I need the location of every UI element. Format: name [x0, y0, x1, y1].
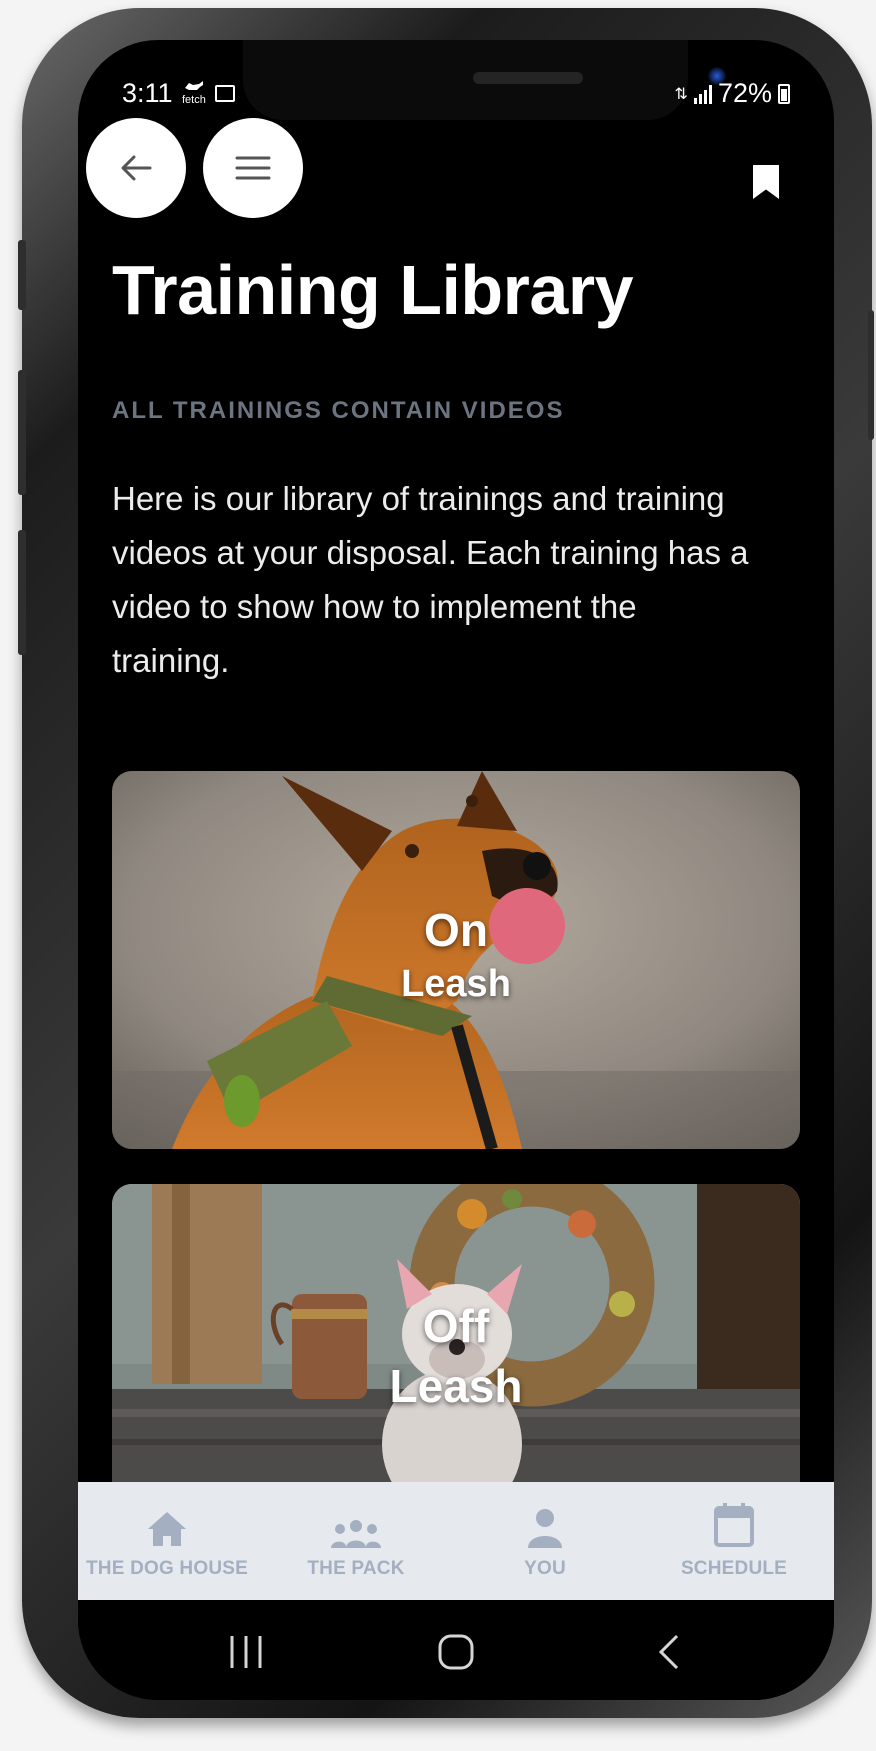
volume-up-button [18, 240, 26, 310]
nav-schedule[interactable]: SCHEDULE [639, 1482, 829, 1600]
training-title-line1: Off [422, 1300, 490, 1352]
training-title-line2: Leash [401, 963, 511, 1005]
nav-label: SCHEDULE [680, 1558, 788, 1579]
back-nav-icon[interactable] [658, 1634, 680, 1670]
home-button-icon[interactable] [438, 1634, 474, 1670]
dog-icon [184, 81, 203, 90]
nav-label: THE DOG HOUSE [85, 1558, 248, 1579]
training-card-on-leash[interactable]: On Leash [112, 771, 800, 1149]
status-indicators: ⇅ 72% [675, 78, 790, 109]
fetch-notification-icon: fetch [182, 80, 206, 106]
app-screen: 3:11 fetch ⇅ 72% Training Library ALL TR… [78, 40, 834, 1700]
calendar-icon [714, 1503, 754, 1547]
data-transfer-icon: ⇅ [674, 85, 688, 103]
nav-the-pack[interactable]: THE PACK [261, 1482, 451, 1600]
page-title: Training Library [112, 251, 634, 329]
user-icon [528, 1509, 562, 1548]
group-icon [331, 1520, 381, 1548]
volume-down-button [18, 370, 26, 495]
fetch-notification-label: fetch [182, 94, 206, 106]
gallery-notification-icon [215, 85, 235, 102]
nav-label: THE PACK [307, 1558, 405, 1579]
battery-percent: 72% [717, 78, 772, 108]
power-button [868, 310, 874, 440]
page-subtitle: ALL TRAININGS CONTAIN VIDEOS [112, 397, 565, 424]
bixby-button [18, 530, 26, 655]
training-card-off-leash[interactable]: Off Leash [112, 1184, 800, 1504]
back-button[interactable] [86, 118, 186, 218]
recent-apps-icon[interactable] [226, 1634, 266, 1670]
training-title-line1: On [424, 904, 488, 956]
intro-text: Here is our library of trainings and tra… [112, 480, 749, 679]
training-title-line2: Leash [389, 1360, 523, 1412]
nav-you[interactable]: YOU [450, 1482, 640, 1600]
home-icon [148, 1512, 186, 1546]
system-navigation-bar [78, 1600, 834, 1700]
signal-icon [693, 84, 712, 104]
dog-photo-on-leash [112, 771, 800, 1149]
earpiece-speaker [473, 72, 583, 84]
bottom-navigation: THE DOG HOUSE THE PACK YOU SCHEDULE [78, 1482, 834, 1600]
nav-label: YOU [524, 1558, 566, 1579]
arrow-left-icon [121, 155, 152, 181]
bookmark-icon[interactable] [753, 165, 779, 199]
battery-icon [778, 83, 790, 104]
hamburger-menu-icon [235, 156, 271, 180]
camera-notch [243, 40, 726, 120]
nav-the-dog-house[interactable]: THE DOG HOUSE [78, 1482, 262, 1600]
menu-button[interactable] [203, 118, 303, 218]
status-time: 3:11 [122, 78, 173, 108]
